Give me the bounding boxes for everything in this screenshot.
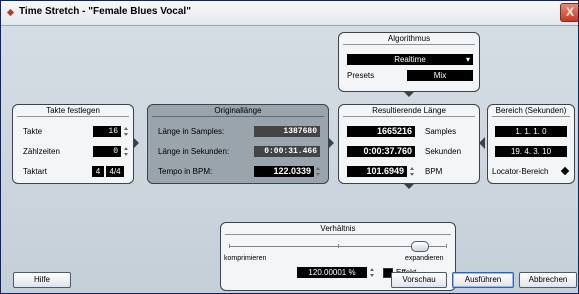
bars-label: Takte — [23, 127, 43, 136]
range-panel: Bereich (Sekunden) 1. 1. 1. 0 19. 4. 3. … — [487, 104, 575, 184]
slider-tick — [446, 244, 447, 248]
connector-arrow — [328, 137, 334, 149]
algorithm-title: Algorithmus — [387, 34, 431, 43]
execute-button[interactable]: Ausführen — [452, 272, 514, 288]
presets-label: Presets — [347, 71, 375, 80]
signature-field[interactable]: 4/4 — [106, 166, 124, 177]
result-samples-field[interactable]: 1665216 — [347, 126, 415, 137]
algorithm-dropdown[interactable]: Realtime ▾ — [347, 54, 473, 65]
ratio-value-field[interactable]: 120.00001 % — [297, 267, 367, 278]
bars-field[interactable]: 16 — [93, 126, 121, 137]
close-button[interactable]: X — [560, 3, 578, 22]
original-seconds-label: Länge in Sekunden: — [158, 147, 230, 156]
compress-label: komprimieren — [224, 255, 267, 262]
title-bar[interactable]: Time Stretch - "Female Blues Vocal" X — [1, 1, 578, 26]
locator-range-diamond-icon[interactable] — [560, 166, 570, 176]
original-samples-label: Länge in Samples: — [158, 127, 225, 136]
signature-label: Taktart — [23, 167, 48, 176]
divider — [343, 116, 475, 117]
result-bpm-label: BPM — [425, 167, 443, 176]
bars-panel: Takte festlegen Takte 16 Zählzeiten 0 Ta… — [12, 104, 134, 184]
ratio-value-spinner[interactable] — [370, 267, 374, 278]
signature-numerator-field[interactable]: 4 — [92, 166, 104, 177]
bars-title: Takte festlegen — [46, 106, 100, 115]
original-length-panel: Originallänge Länge in Samples: 1387680 … — [147, 104, 329, 184]
result-seconds-label: Sekunden — [425, 147, 462, 156]
slider-tick — [229, 244, 230, 248]
help-button[interactable]: Hilfe — [13, 272, 71, 288]
preview-button[interactable]: Vorschau — [391, 272, 447, 288]
divider — [492, 116, 570, 117]
range-title: Bereich (Sekunden) — [495, 106, 567, 115]
original-length-title: Originallänge — [214, 106, 262, 115]
range-start-field[interactable]: 1. 1. 1. 0 — [495, 126, 567, 137]
locator-range-label: Locator-Bereich — [492, 167, 549, 176]
range-end-field[interactable]: 19. 4. 3. 10 — [495, 146, 567, 157]
divider — [152, 116, 324, 117]
cubase-logo-icon — [6, 8, 15, 17]
result-length-panel: Resultierende Länge 1665216 Samples 0:00… — [338, 104, 480, 184]
beats-field[interactable]: 0 — [93, 146, 121, 157]
original-samples-field: 1387680 — [254, 126, 320, 137]
window-title: Time Stretch - "Female Blues Vocal" — [19, 6, 191, 17]
original-seconds-field: 0:00:31.466 — [254, 146, 320, 157]
time-stretch-window: Time Stretch - "Female Blues Vocal" X Al… — [0, 0, 579, 294]
cancel-button[interactable]: Abbrechen — [519, 272, 577, 288]
beats-label: Zählzeiten — [23, 147, 60, 156]
divider — [17, 116, 129, 117]
connector-arrow — [479, 137, 485, 149]
presets-dropdown[interactable]: Mix — [407, 70, 473, 81]
ratio-slider-thumb[interactable] — [410, 241, 429, 252]
algorithm-dropdown-value: Realtime — [394, 55, 426, 64]
original-tempo-label: Tempo in BPM: — [158, 167, 213, 176]
expand-label: expandieren — [405, 255, 444, 262]
algorithm-panel: Algorithmus Realtime ▾ Presets Mix — [338, 32, 480, 92]
bars-spinner[interactable] — [124, 126, 128, 137]
result-length-title: Resultierende Länge — [372, 106, 446, 115]
presets-dropdown-value: Mix — [433, 71, 447, 80]
chevron-down-icon: ▾ — [465, 55, 470, 64]
ratio-title: Verhältnis — [320, 224, 356, 233]
slider-tick — [338, 244, 339, 248]
result-samples-label: Samples — [425, 127, 457, 136]
beats-spinner[interactable] — [124, 146, 128, 157]
connector-arrow — [403, 91, 415, 97]
divider — [343, 44, 475, 45]
result-bpm-field[interactable]: 101.6949 — [347, 166, 407, 177]
divider — [225, 234, 451, 235]
result-seconds-field[interactable]: 0:00:37.760 — [347, 146, 415, 157]
connector-arrow — [403, 183, 415, 189]
result-bpm-spinner[interactable] — [410, 166, 414, 177]
original-tempo-spinner[interactable] — [316, 166, 320, 177]
connector-arrow — [133, 137, 139, 149]
original-tempo-field[interactable]: 122.0339 — [254, 166, 314, 177]
